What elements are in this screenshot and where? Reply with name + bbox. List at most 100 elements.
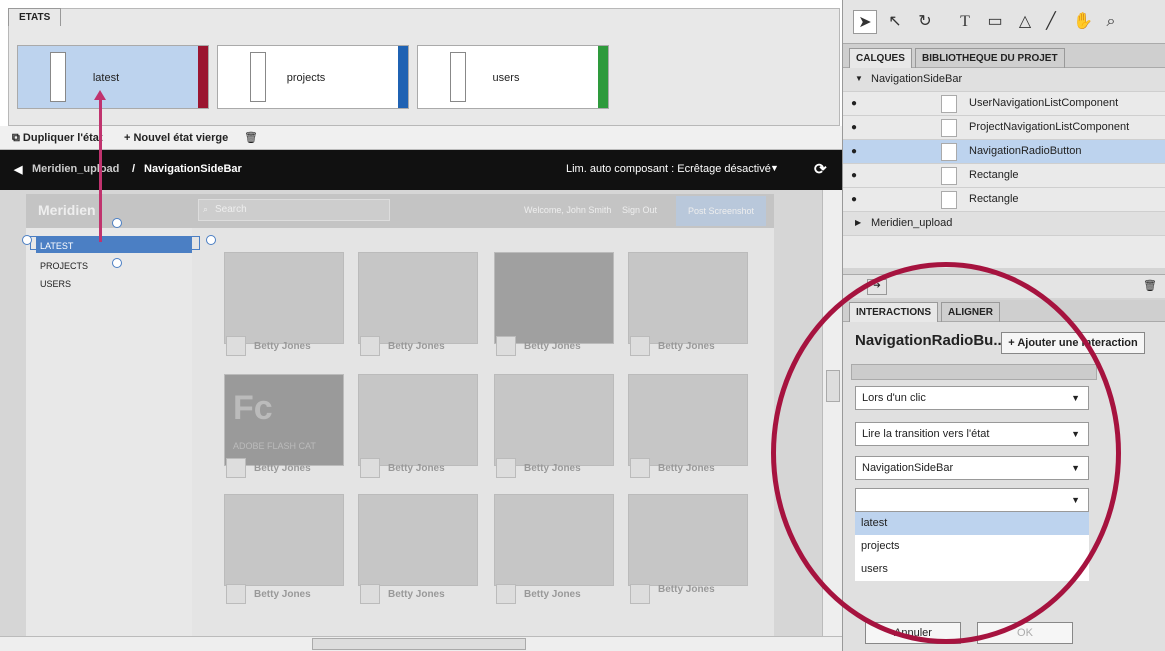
annotation-arrow bbox=[99, 98, 102, 242]
states-toolbar: ⧉ Dupliquer l'état + Nouvel état vierge … bbox=[0, 126, 842, 150]
triangle-icon[interactable]: △ bbox=[1013, 10, 1037, 34]
rectangle-icon[interactable]: ▭ bbox=[983, 10, 1007, 34]
state-latest[interactable]: latest bbox=[17, 45, 209, 109]
selection-handle[interactable] bbox=[22, 235, 32, 245]
breadcrumb-separator: / bbox=[132, 163, 136, 175]
preview-card bbox=[494, 252, 614, 344]
state-projects[interactable]: projects bbox=[217, 45, 409, 109]
card-caption: Betty Jones bbox=[388, 341, 445, 352]
selection-handle[interactable] bbox=[112, 218, 122, 228]
line-icon[interactable]: ╱ bbox=[1039, 10, 1063, 34]
design-canvas[interactable]: Meridien ⌕ Search Welcome, John Smith Si… bbox=[0, 190, 822, 636]
layer-group[interactable]: ▼ NavigationSideBar bbox=[843, 68, 1165, 92]
selection-handle[interactable] bbox=[112, 258, 122, 268]
chevron-down-icon[interactable]: ▼ bbox=[770, 163, 779, 173]
delete-state-icon[interactable]: 🗑 bbox=[244, 130, 258, 146]
eye-icon[interactable]: ● bbox=[851, 194, 863, 205]
layer-row[interactable]: ● Rectangle bbox=[843, 188, 1165, 212]
caption-avatar bbox=[496, 336, 516, 356]
direct-select-icon[interactable]: ↖ bbox=[883, 10, 907, 34]
fc-logo-text: Fc bbox=[233, 389, 273, 427]
caption-avatar bbox=[360, 336, 380, 356]
layer-label: Rectangle bbox=[969, 193, 1019, 205]
caption-avatar bbox=[226, 336, 246, 356]
back-arrow-icon[interactable]: ◀ bbox=[14, 163, 22, 176]
arrow-head-icon bbox=[94, 90, 106, 100]
breadcrumb-current: NavigationSideBar bbox=[144, 163, 242, 175]
caption-avatar bbox=[360, 584, 380, 604]
card-caption: Betty Jones bbox=[254, 341, 311, 352]
eye-icon[interactable]: ● bbox=[851, 122, 863, 133]
nav-item-users[interactable]: USERS bbox=[40, 279, 71, 289]
horizontal-scrollbar[interactable] bbox=[0, 636, 842, 651]
preview-card bbox=[358, 494, 478, 586]
app-sign-out: Sign Out bbox=[622, 205, 658, 215]
workspace: ETATS latest projects users ⧉ Dupliquer … bbox=[0, 0, 842, 651]
breadcrumb: ◀ Meridien_upload / NavigationSideBar Li… bbox=[0, 150, 842, 190]
card-caption: Betty Jones bbox=[524, 463, 581, 474]
caption-avatar bbox=[496, 584, 516, 604]
scroll-thumb[interactable] bbox=[312, 638, 526, 650]
eye-icon[interactable]: ● bbox=[851, 146, 863, 157]
fc-logo-sub: ADOBE FLASH CAT bbox=[233, 441, 316, 451]
caption-avatar bbox=[630, 336, 650, 356]
highlight-circle bbox=[771, 262, 1121, 644]
state-color-bar bbox=[198, 46, 208, 108]
text-icon[interactable]: T bbox=[953, 10, 977, 34]
layer-row[interactable]: ● ProjectNavigationListComponent bbox=[843, 116, 1165, 140]
state-color-bar bbox=[598, 46, 608, 108]
caption-avatar bbox=[226, 458, 246, 478]
states-tab[interactable]: ETATS bbox=[8, 8, 62, 26]
refresh-icon[interactable]: ⟳ bbox=[814, 160, 827, 178]
app-brand: Meridien bbox=[38, 202, 96, 218]
preview-card bbox=[494, 374, 614, 466]
tab-calques[interactable]: CALQUES bbox=[849, 48, 912, 68]
eye-icon[interactable]: ● bbox=[851, 170, 863, 181]
state-users[interactable]: users bbox=[417, 45, 609, 109]
chevron-right-icon[interactable]: ▶ bbox=[855, 218, 861, 227]
selection-icon[interactable]: ➤ bbox=[853, 10, 877, 34]
layer-row-selected[interactable]: ● NavigationRadioButton bbox=[843, 140, 1165, 164]
layer-label: Rectangle bbox=[969, 169, 1019, 181]
preview-card bbox=[494, 494, 614, 586]
tab-project-library[interactable]: BIBLIOTHEQUE DU PROJET bbox=[915, 48, 1065, 68]
layer-row[interactable]: ● UserNavigationListComponent bbox=[843, 92, 1165, 116]
card-caption: Betty Jones bbox=[524, 341, 581, 352]
nav-item-projects[interactable]: PROJECTS bbox=[40, 261, 88, 271]
hand-icon[interactable]: ✋ bbox=[1071, 10, 1095, 34]
card-caption: Betty Jones bbox=[254, 589, 311, 600]
card-caption: Betty Jones bbox=[254, 463, 311, 474]
new-blank-state-button[interactable]: + Nouvel état vierge bbox=[124, 130, 228, 146]
state-label: latest bbox=[92, 72, 120, 84]
card-caption: Betty Jones bbox=[388, 589, 445, 600]
card-caption: Betty Jones bbox=[658, 341, 715, 352]
clip-setting-dropdown[interactable]: Lim. auto composant : Ecrêtage désactivé bbox=[566, 163, 771, 175]
app-header: Meridien ⌕ Search Welcome, John Smith Si… bbox=[26, 194, 774, 228]
trash-icon[interactable]: 🗑 bbox=[1143, 279, 1157, 292]
selection-bounding-box[interactable] bbox=[30, 236, 200, 250]
duplicate-label: Dupliquer l'état bbox=[22, 132, 103, 144]
app-search-placeholder: Search bbox=[215, 204, 247, 215]
layer-thumbnail bbox=[941, 95, 957, 113]
layer-thumbnail bbox=[941, 119, 957, 137]
layer-row[interactable]: ● Rectangle bbox=[843, 164, 1165, 188]
app-search-box: ⌕ Search bbox=[198, 199, 390, 221]
duplicate-state-button[interactable]: ⧉ Dupliquer l'état bbox=[12, 130, 103, 146]
app-welcome: Welcome, John Smith bbox=[524, 205, 612, 215]
chevron-down-icon[interactable]: ▼ bbox=[855, 74, 863, 83]
zoom-icon[interactable]: ⌕ bbox=[1099, 10, 1123, 34]
layer-group-label: Meridien_upload bbox=[871, 217, 953, 229]
selection-handle[interactable] bbox=[206, 235, 216, 245]
preview-card bbox=[224, 494, 344, 586]
rotate-icon[interactable]: ↻ bbox=[913, 10, 937, 34]
eye-icon[interactable]: ● bbox=[851, 98, 863, 109]
duplicate-icon: ⧉ bbox=[12, 132, 23, 144]
card-caption: Betty Jones bbox=[524, 589, 581, 600]
state-color-bar bbox=[398, 46, 408, 108]
breadcrumb-root[interactable]: Meridien_upload bbox=[32, 163, 119, 175]
card-caption: Betty Jones bbox=[658, 584, 715, 595]
caption-avatar bbox=[496, 458, 516, 478]
layer-thumbnail bbox=[941, 167, 957, 185]
layer-group[interactable]: ▶ Meridien_upload bbox=[843, 212, 1165, 236]
caption-avatar bbox=[630, 458, 650, 478]
